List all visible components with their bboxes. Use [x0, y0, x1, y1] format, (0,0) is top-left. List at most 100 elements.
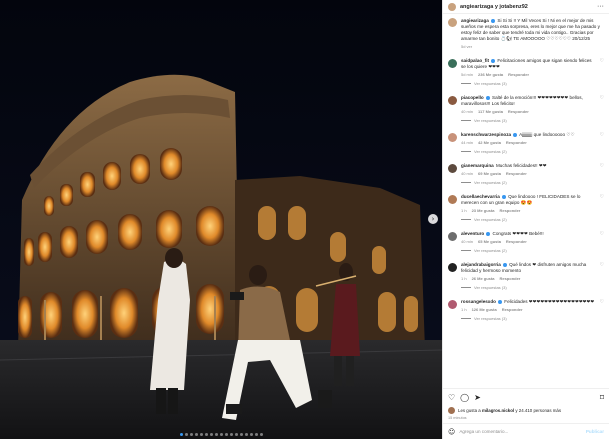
view-replies-button[interactable]: Ver respuestas (3): [461, 285, 604, 290]
avatar[interactable]: [448, 96, 457, 105]
bookmark-icon[interactable]: ⌑: [600, 393, 604, 402]
likes-user-link[interactable]: milagros.nickol: [482, 408, 514, 413]
view-replies-button[interactable]: Ver respuestas (3): [461, 81, 604, 86]
comments-list[interactable]: angiearizaga Si Si Si !! Y Mil Veces Si …: [443, 14, 609, 388]
avatar[interactable]: [448, 59, 457, 68]
carousel-dot[interactable]: [194, 433, 198, 436]
comment-likes[interactable]: 126 Me gusta: [472, 307, 497, 312]
reply-button[interactable]: Responder: [506, 140, 527, 145]
carousel-dot[interactable]: [214, 433, 218, 436]
carousel-dot[interactable]: [234, 433, 238, 436]
comment-username[interactable]: saidpalao_fit: [461, 58, 489, 63]
view-replies-button[interactable]: Ver respuestas (3): [461, 316, 604, 321]
carousel-dot[interactable]: [179, 433, 183, 436]
comment-username[interactable]: karenschwarzespinoza: [461, 132, 511, 137]
heart-icon[interactable]: ♡: [600, 262, 604, 281]
view-replies-button[interactable]: Ver respuestas (2): [461, 180, 604, 185]
comment-likes[interactable]: 117 Me gusta: [478, 109, 503, 114]
heart-icon[interactable]: ♡: [600, 231, 604, 244]
reply-button[interactable]: Responder: [502, 307, 523, 312]
post-author-username[interactable]: angiearizaga y jotabenz92: [460, 4, 597, 10]
verified-icon: [485, 95, 490, 100]
share-icon[interactable]: ➤: [474, 393, 481, 402]
carousel-dot[interactable]: [229, 433, 233, 436]
carousel-dot[interactable]: [204, 433, 208, 436]
comment-username[interactable]: alejandrabaigorria: [461, 262, 501, 267]
heart-icon[interactable]: ♡: [600, 299, 604, 312]
comment-username[interactable]: ducellaechevarria: [461, 194, 500, 199]
view-replies-label: Ver respuestas (2): [474, 180, 507, 185]
comment-time: 5d min: [461, 72, 474, 77]
carousel-indicator: [0, 433, 442, 436]
carousel-dot[interactable]: [224, 433, 228, 436]
caption-time: 5d ver: [461, 44, 473, 49]
carousel-dot[interactable]: [189, 433, 193, 436]
view-replies-button[interactable]: Ver respuestas (2): [461, 217, 604, 222]
view-replies-button[interactable]: Ver respuestas (2): [461, 149, 604, 154]
carousel-dot[interactable]: [184, 433, 188, 436]
avatar[interactable]: [448, 195, 457, 204]
reply-button[interactable]: Responder: [506, 239, 527, 244]
heart-icon[interactable]: ♡: [600, 58, 604, 77]
emoji-icon[interactable]: ☺: [448, 428, 455, 436]
heart-icon[interactable]: ♡: [600, 163, 604, 176]
comment-username[interactable]: gianemarquina: [461, 163, 494, 168]
comment-input[interactable]: Agrega un comentario...: [459, 429, 582, 434]
verified-icon: [497, 299, 502, 304]
comment-icon[interactable]: ◯: [460, 393, 469, 402]
comment-likes[interactable]: 65 Me gusta: [478, 239, 501, 244]
colosseum-proposal-image: [0, 0, 442, 439]
comment-item: gianemarquina Muchas felicidades!! ❤❤ 40 …: [448, 163, 604, 185]
comment-likes[interactable]: 26 Me gusta: [472, 276, 495, 281]
comment-username[interactable]: piacopello: [461, 95, 484, 100]
view-replies-button[interactable]: Ver respuestas (2): [461, 248, 604, 253]
reply-button[interactable]: Responder: [506, 171, 527, 176]
view-replies-label: Ver respuestas (2): [474, 248, 507, 253]
carousel-dot[interactable]: [199, 433, 203, 436]
carousel-dot[interactable]: [259, 433, 263, 436]
comment-item: saidpalao_fit Felicitaciones amigos que …: [448, 58, 604, 86]
carousel-dot[interactable]: [244, 433, 248, 436]
comment-likes[interactable]: 236 Me gusta: [478, 72, 503, 77]
comment-time: 40 min: [461, 109, 474, 114]
more-horizontal-icon[interactable]: ···: [597, 3, 604, 10]
carousel-dot[interactable]: [249, 433, 253, 436]
heart-icon[interactable]: ♡: [600, 194, 604, 213]
comment-text: Muchas felicidades!! ❤❤: [495, 163, 547, 168]
next-slide-button[interactable]: ›: [428, 214, 438, 224]
reply-button[interactable]: Responder: [508, 72, 529, 77]
comment-username[interactable]: rossangelesxdo: [461, 299, 496, 304]
carousel-dot[interactable]: [209, 433, 213, 436]
reply-button[interactable]: Responder: [499, 276, 520, 281]
verified-icon: [491, 18, 496, 23]
avatar[interactable]: [448, 300, 457, 309]
avatar[interactable]: [448, 232, 457, 241]
comment-time: 40 min: [461, 171, 474, 176]
comment-likes[interactable]: 23 Me gusta: [472, 208, 495, 213]
post-photo[interactable]: ›: [0, 0, 442, 439]
carousel-dot[interactable]: [254, 433, 258, 436]
avatar[interactable]: [448, 133, 457, 142]
avatar[interactable]: [448, 263, 457, 272]
comment-time: 44 min: [461, 140, 474, 145]
avatar[interactable]: [448, 2, 456, 11]
comment-likes[interactable]: 42 Me gusta: [478, 140, 501, 145]
reply-button[interactable]: Responder: [508, 109, 529, 114]
avatar[interactable]: [448, 164, 457, 173]
avatar[interactable]: [448, 18, 457, 27]
comment-likes[interactable]: 69 Me gusta: [478, 171, 501, 176]
carousel-dot[interactable]: [219, 433, 223, 436]
verified-icon: [486, 231, 491, 236]
heart-icon[interactable]: ♡: [448, 393, 455, 402]
heart-icon[interactable]: ♡: [600, 95, 604, 114]
heart-icon[interactable]: ♡: [600, 132, 604, 145]
likes-count[interactable]: y 24.410 personas más: [515, 408, 561, 413]
comment-text: Felicidades ❤❤❤❤❤❤❤❤❤❤❤❤❤❤❤❤❤: [504, 299, 595, 304]
reply-button[interactable]: Responder: [499, 208, 520, 213]
comment-username[interactable]: aleventuro: [461, 231, 484, 236]
post-comment-button[interactable]: Publicar: [586, 429, 604, 434]
view-replies-button[interactable]: Ver respuestas (3): [461, 118, 604, 123]
carousel-dot[interactable]: [239, 433, 243, 436]
caption-username[interactable]: angiearizaga: [461, 18, 489, 23]
comment-time: 40 min: [461, 239, 474, 244]
